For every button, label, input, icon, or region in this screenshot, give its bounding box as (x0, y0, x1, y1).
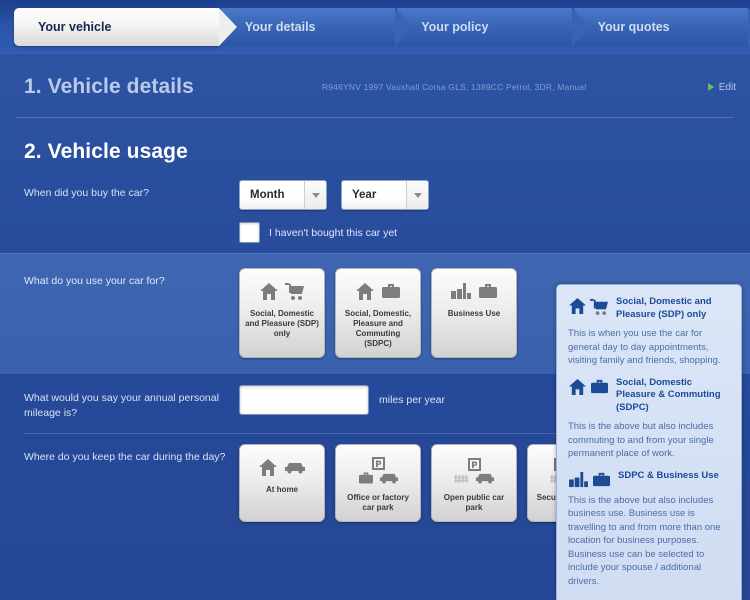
usage-option-sdp-label: Social, Domestic and Pleasure (SDP) only (245, 309, 319, 339)
help-item-sdp-header: Social, Domestic and Pleasure (SDP) only (568, 296, 729, 321)
parking-sign-icon (468, 458, 481, 471)
help-item-sdpc-title: Social, Domestic Pleasure & Commuting (S… (616, 377, 729, 415)
usage-option-sdp-icons (259, 278, 305, 304)
usage-option-sdpc-icons (355, 278, 401, 304)
parking-option-office-car-park-label: Office or factory car park (341, 493, 415, 513)
usage-option-business-icons (450, 278, 498, 304)
help-item-business-header: SDPC & Business Use (568, 470, 729, 488)
help-item-sdp-icons (568, 296, 609, 315)
help-item-sdp-title: Social, Domestic and Pleasure (SDP) only (616, 296, 729, 321)
car-icon (379, 472, 399, 484)
vehicle-usage-section-header: 2. Vehicle usage (0, 118, 750, 170)
car-icon (284, 461, 306, 474)
not-bought-yet-row[interactable]: I haven't bought this car yet (239, 222, 736, 243)
play-triangle-icon (708, 83, 714, 91)
tab-your-vehicle[interactable]: Your vehicle (14, 8, 219, 46)
factory-icon (568, 471, 589, 488)
purchase-date-row: When did you buy the car? Month Year I h… (0, 170, 750, 253)
usage-option-sdp[interactable]: Social, Domestic and Pleasure (SDP) only (239, 268, 325, 358)
tab-your-policy[interactable]: Your policy (397, 8, 571, 46)
car-usage-question: What do you use your car for? (24, 268, 239, 289)
tab-your-quotes[interactable]: Your quotes (574, 8, 748, 46)
section-1-title: 1. Vehicle details (24, 75, 194, 99)
parking-option-open-public-car-park-icons (454, 454, 495, 488)
vehicle-summary-text: R946YNV 1997 Vauxhall Corsa GLS, 1389CC … (194, 82, 708, 92)
parking-option-at-home[interactable]: At home (239, 444, 325, 522)
tab-your-details[interactable]: Your details (221, 8, 395, 46)
briefcase-icon (381, 282, 401, 300)
briefcase-icon (358, 471, 374, 485)
help-item-sdpc-header: Social, Domestic Pleasure & Commuting (S… (568, 377, 729, 415)
car-icon (475, 472, 495, 484)
annual-mileage-question: What would you say your annual personal … (24, 385, 239, 421)
vehicle-details-section: 1. Vehicle details R946YNV 1997 Vauxhall… (0, 56, 750, 118)
help-item-business: SDPC & Business Use This is the above bu… (568, 470, 729, 589)
briefcase-icon (590, 378, 609, 395)
not-bought-yet-checkbox[interactable] (239, 222, 260, 243)
not-bought-yet-label: I haven't bought this car yet (269, 227, 397, 239)
chevron-down-icon (312, 193, 320, 198)
usage-option-sdpc-label: Social, Domestic, Pleasure and Commuting… (341, 309, 415, 349)
year-select-arrow[interactable] (406, 181, 428, 209)
month-select-arrow[interactable] (304, 181, 326, 209)
help-item-business-title: SDPC & Business Use (618, 470, 719, 483)
help-item-sdpc-icons (568, 377, 609, 396)
usage-help-panel: Social, Domestic and Pleasure (SDP) only… (556, 284, 742, 600)
edit-vehicle-details-link[interactable]: Edit (708, 82, 736, 93)
section-2-title: 2. Vehicle usage (24, 140, 726, 164)
help-item-sdp-body: This is when you use the car for general… (568, 327, 729, 368)
parking-sign-icon (372, 457, 385, 470)
parking-location-question: Where do you keep the car during the day… (24, 444, 239, 465)
house-icon (355, 282, 375, 301)
parking-option-open-public-car-park-label: Open public car park (437, 493, 511, 513)
year-select-value: Year (342, 189, 406, 201)
usage-option-business[interactable]: Business Use (431, 268, 517, 358)
month-select[interactable]: Month (239, 180, 327, 210)
factory-icon (450, 282, 472, 300)
house-icon (258, 458, 278, 477)
parking-option-office-car-park[interactable]: Office or factory car park (335, 444, 421, 522)
briefcase-icon (592, 471, 611, 488)
briefcase-icon (478, 282, 498, 300)
year-select[interactable]: Year (341, 180, 429, 210)
usage-option-business-label: Business Use (448, 309, 500, 319)
chevron-down-icon (414, 193, 422, 198)
purchase-date-question: When did you buy the car? (24, 180, 239, 201)
help-item-sdp: Social, Domestic and Pleasure (SDP) only… (568, 296, 729, 368)
month-select-value: Month (240, 189, 304, 201)
house-icon (568, 297, 587, 315)
house-icon (259, 282, 279, 301)
parking-option-at-home-label: At home (266, 485, 298, 495)
usage-option-sdpc[interactable]: Social, Domestic, Pleasure and Commuting… (335, 268, 421, 358)
help-item-sdpc: Social, Domestic Pleasure & Commuting (S… (568, 377, 729, 461)
parking-option-office-car-park-icons (358, 454, 399, 488)
annual-mileage-input[interactable] (239, 385, 369, 415)
mileage-unit-label: miles per year (379, 394, 445, 406)
shopping-cart-icon (285, 282, 305, 300)
house-icon (568, 378, 587, 396)
progress-tab-bar: Your vehicle Your details Your policy Yo… (0, 0, 750, 56)
parking-option-at-home-icons (258, 454, 306, 480)
fence-icon (454, 473, 470, 484)
parking-option-open-public-car-park[interactable]: Open public car park (431, 444, 517, 522)
shopping-cart-icon (590, 298, 609, 315)
help-item-business-body: This is the above but also includes busi… (568, 494, 729, 589)
help-item-business-icons (568, 470, 611, 488)
help-item-sdpc-body: This is the above but also includes comm… (568, 420, 729, 461)
edit-label: Edit (719, 82, 736, 93)
